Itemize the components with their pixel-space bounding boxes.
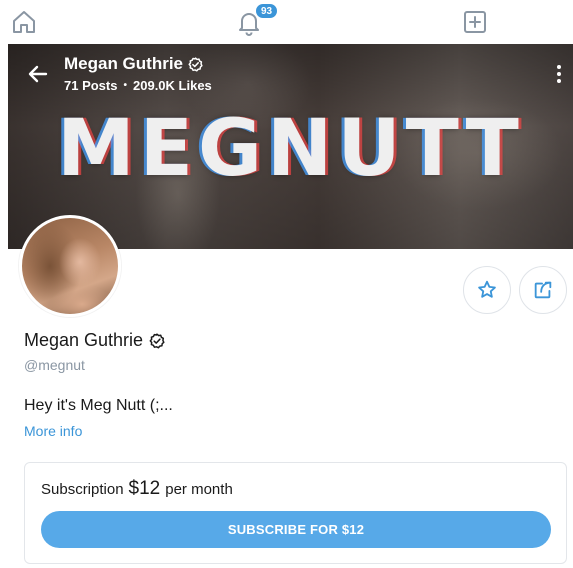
- notifications-button[interactable]: 93: [233, 3, 279, 38]
- top-nav: 93: [0, 0, 573, 44]
- back-button[interactable]: [24, 62, 52, 86]
- star-icon: [478, 280, 496, 298]
- share-icon: [534, 281, 552, 299]
- verified-icon: [149, 332, 165, 348]
- subscribe-button[interactable]: SUBSCRIBE FOR $12: [41, 511, 551, 548]
- profile-bio: Hey it's Meg Nutt (;...: [24, 397, 173, 414]
- profile-name-label: Megan Guthrie: [24, 330, 144, 350]
- more-vertical-icon-dot: [557, 79, 561, 83]
- likes-count: 209.0K Likes: [133, 78, 212, 93]
- verified-icon: [188, 56, 203, 72]
- more-info-link[interactable]: More info: [24, 423, 82, 439]
- cover-name-label: Megan Guthrie: [64, 54, 184, 73]
- profile-handle: @megnut: [24, 357, 85, 373]
- subscription-card: Subscription $12 per month SUBSCRIBE FOR…: [24, 462, 567, 564]
- arrow-left-icon: [28, 65, 48, 83]
- more-options-button[interactable]: [549, 62, 569, 86]
- add-post-button[interactable]: [459, 6, 491, 38]
- home-icon: [13, 11, 35, 33]
- subscription-period: per month: [165, 481, 233, 498]
- more-vertical-icon-dot: [557, 72, 561, 76]
- stats-separator: •: [123, 80, 127, 91]
- cover-image: MEGNUTT Megan Guthrie 71 Posts • 209.0K …: [8, 44, 573, 249]
- profile-name: Megan Guthrie: [24, 330, 165, 351]
- subscription-price-line: Subscription $12 per month: [41, 478, 233, 500]
- cover-stats: 71 Posts • 209.0K Likes: [64, 78, 212, 93]
- avatar[interactable]: [19, 215, 121, 317]
- notifications-badge: 93: [255, 3, 279, 19]
- subscription-price: $12: [128, 478, 161, 499]
- home-button[interactable]: [8, 6, 40, 38]
- posts-count: 71 Posts: [64, 78, 118, 93]
- add-square-icon: [464, 11, 486, 33]
- favorite-button[interactable]: [463, 266, 511, 314]
- subscription-label: Subscription: [41, 481, 124, 498]
- cover-name: Megan Guthrie: [64, 54, 203, 74]
- more-vertical-icon: [557, 65, 561, 69]
- cover-banner-text: MEGNUTT: [57, 104, 524, 194]
- share-button[interactable]: [519, 266, 567, 314]
